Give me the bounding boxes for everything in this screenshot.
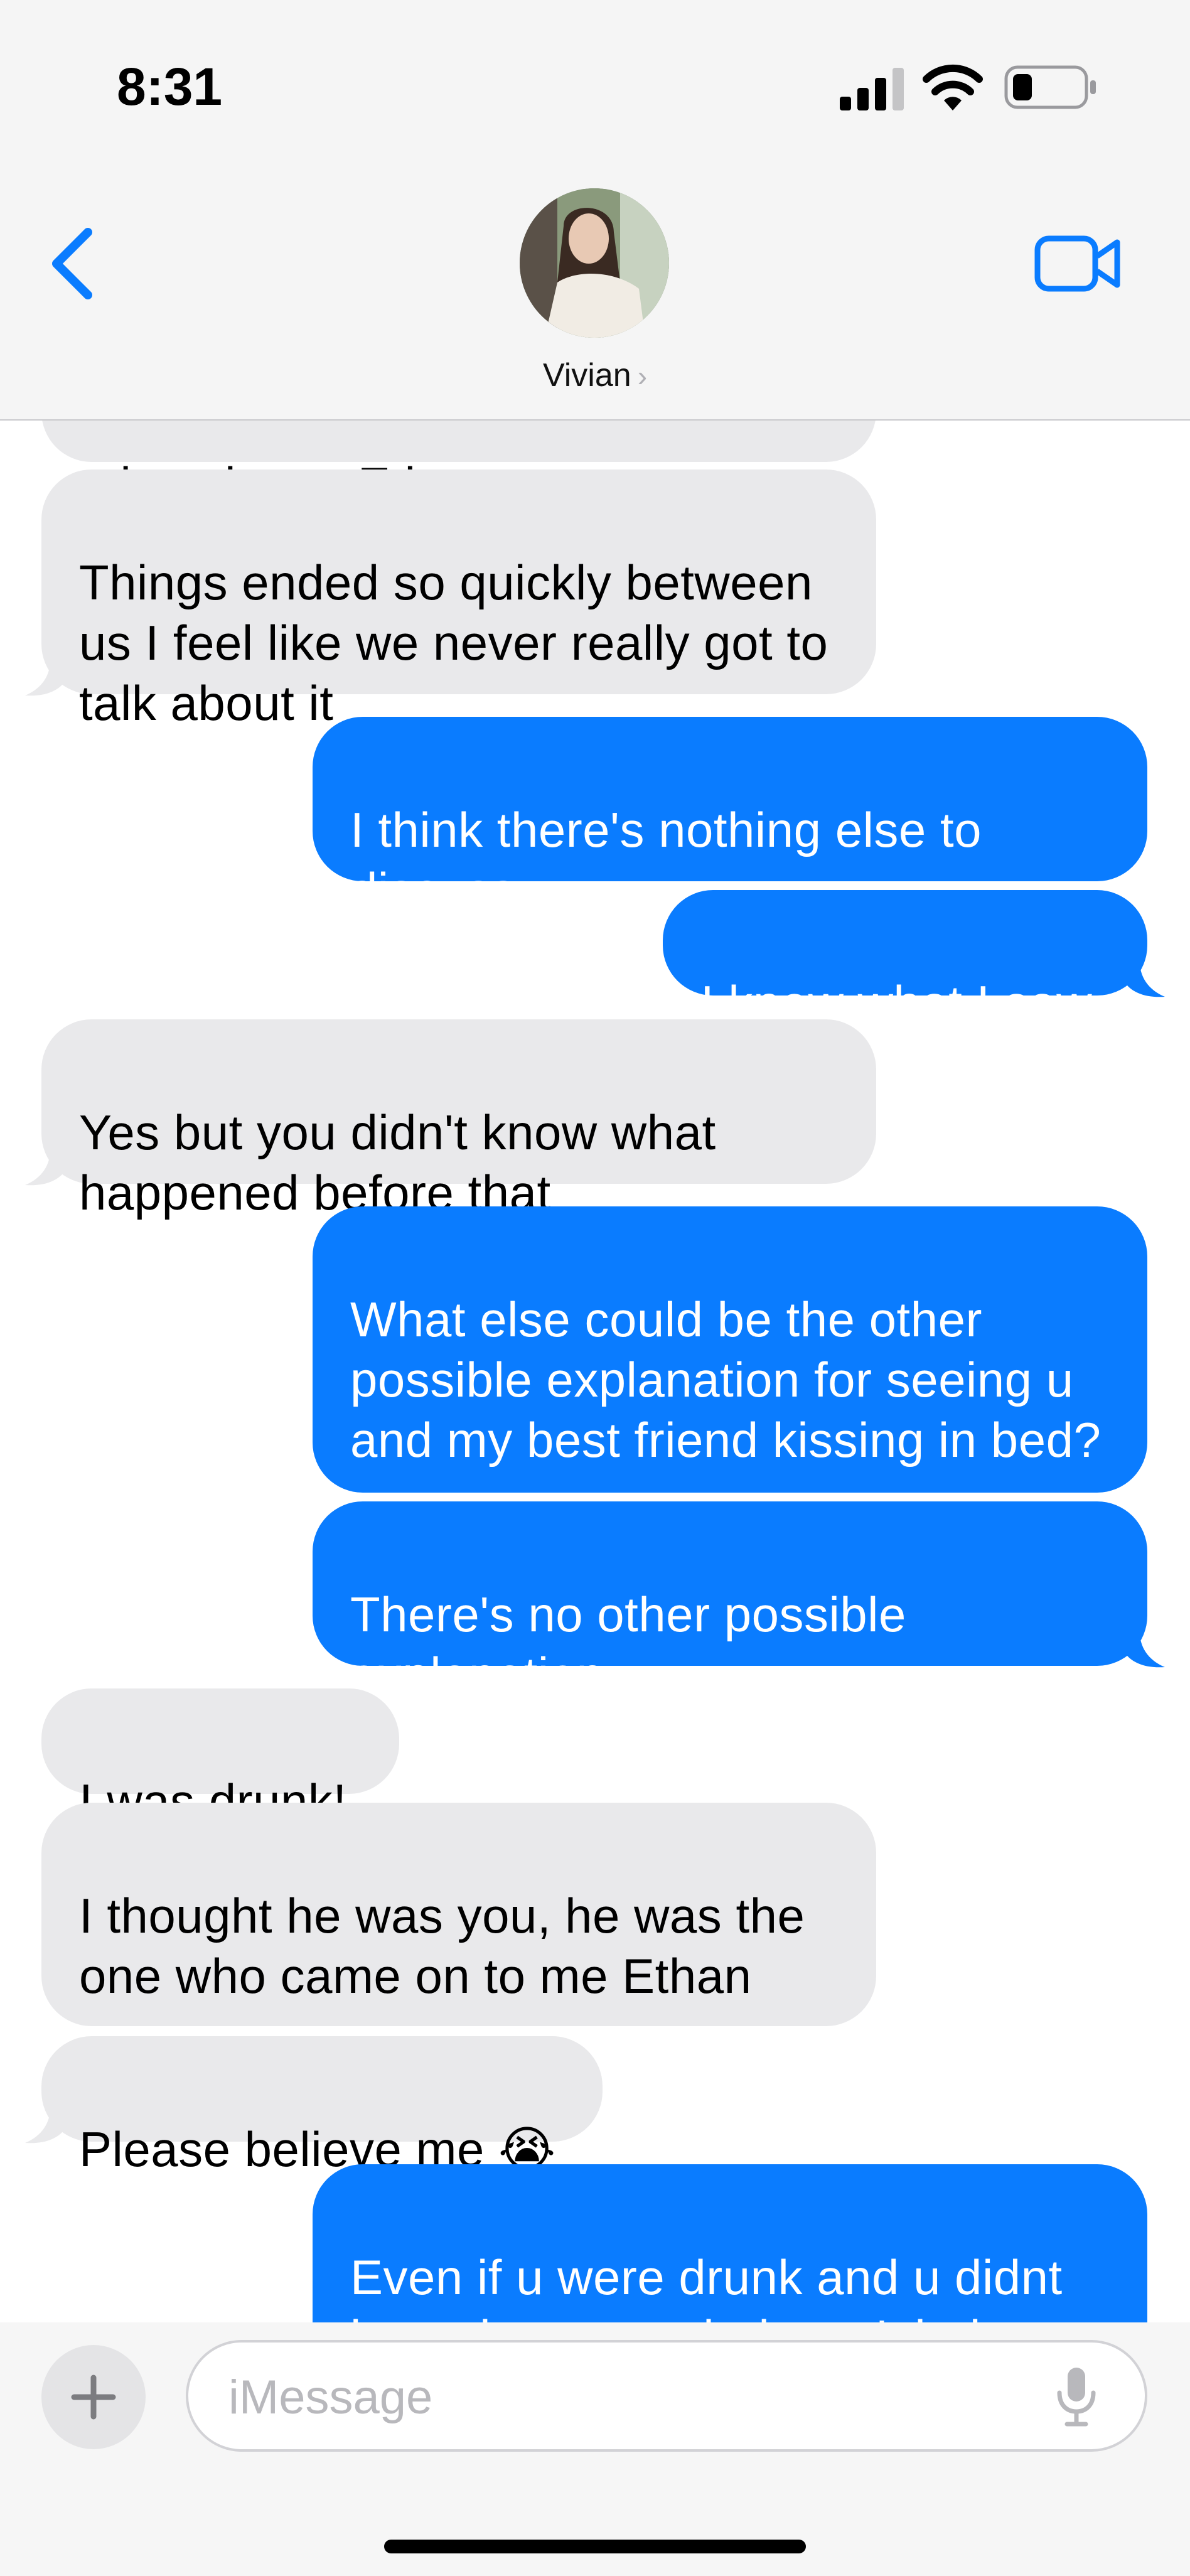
bubble-tail <box>1123 1632 1165 1668</box>
message-text: Yes but you didn't know what happened be… <box>79 1105 716 1220</box>
home-indicator[interactable] <box>384 2540 806 2553</box>
message-text: Even if u were drunk and u didnt know it… <box>350 2250 1063 2322</box>
message-bubble-received: Please believe me 😭 <box>41 2036 603 2177</box>
message-text: What else could be the other possible ex… <box>350 1292 1102 1468</box>
contact-name-button[interactable]: Vivian › <box>0 357 1190 394</box>
message-bubble-sent: What else could be the other possible ex… <box>313 1206 1147 1493</box>
message-text: I thought he was you, he was the one who… <box>79 1888 805 2004</box>
chevron-left-icon[interactable] <box>44 226 100 301</box>
avatar[interactable] <box>520 188 669 338</box>
status-time: 8:31 <box>117 57 223 116</box>
message-bubble-received: I thought he was you, he was the one who… <box>41 1803 876 2026</box>
message-bubble-received: Yes but you didn't know what happened be… <box>41 1019 876 1220</box>
plus-icon <box>71 2375 116 2420</box>
bubble-tail <box>25 660 67 696</box>
video-camera-icon[interactable] <box>1034 233 1122 294</box>
messages-screen: missed you, Ethan Things ended so quickl… <box>0 0 1190 2576</box>
message-text: Things ended so quickly between us I fee… <box>79 555 828 731</box>
chevron-right-icon: › <box>637 360 648 392</box>
microphone-icon[interactable] <box>1054 2365 1098 2428</box>
message-bubble-received: Things ended so quickly between us I fee… <box>41 470 876 731</box>
message-bubble-received: I was drunk! <box>41 1688 399 1829</box>
bubble-tail <box>25 2108 67 2144</box>
cellular-signal-icon <box>840 68 904 110</box>
message-bubble-sent: I know what I saw <box>663 890 1147 1031</box>
bubble-tail <box>25 1150 67 1186</box>
apps-plus-button[interactable] <box>41 2345 146 2449</box>
battery-icon <box>1004 65 1096 109</box>
message-field[interactable] <box>186 2340 1147 2452</box>
message-input[interactable] <box>227 2365 1014 2429</box>
avatar-photo <box>520 188 669 338</box>
wifi-icon <box>923 64 983 110</box>
message-bubble-sent: There's no other possible explanation <box>313 1501 1147 1702</box>
message-bubble-sent: I think there's nothing else to discuss <box>313 717 1147 918</box>
message-text: There's no other possible explanation <box>350 1587 906 1702</box>
compose-bar <box>0 2322 1190 2576</box>
message-bubble-sent: Even if u were drunk and u didnt know it… <box>313 2164 1147 2322</box>
contact-name: Vivian <box>542 357 631 394</box>
conversation-header: 8:31 Vivian › <box>0 0 1190 421</box>
bubble-tail <box>1123 962 1165 997</box>
